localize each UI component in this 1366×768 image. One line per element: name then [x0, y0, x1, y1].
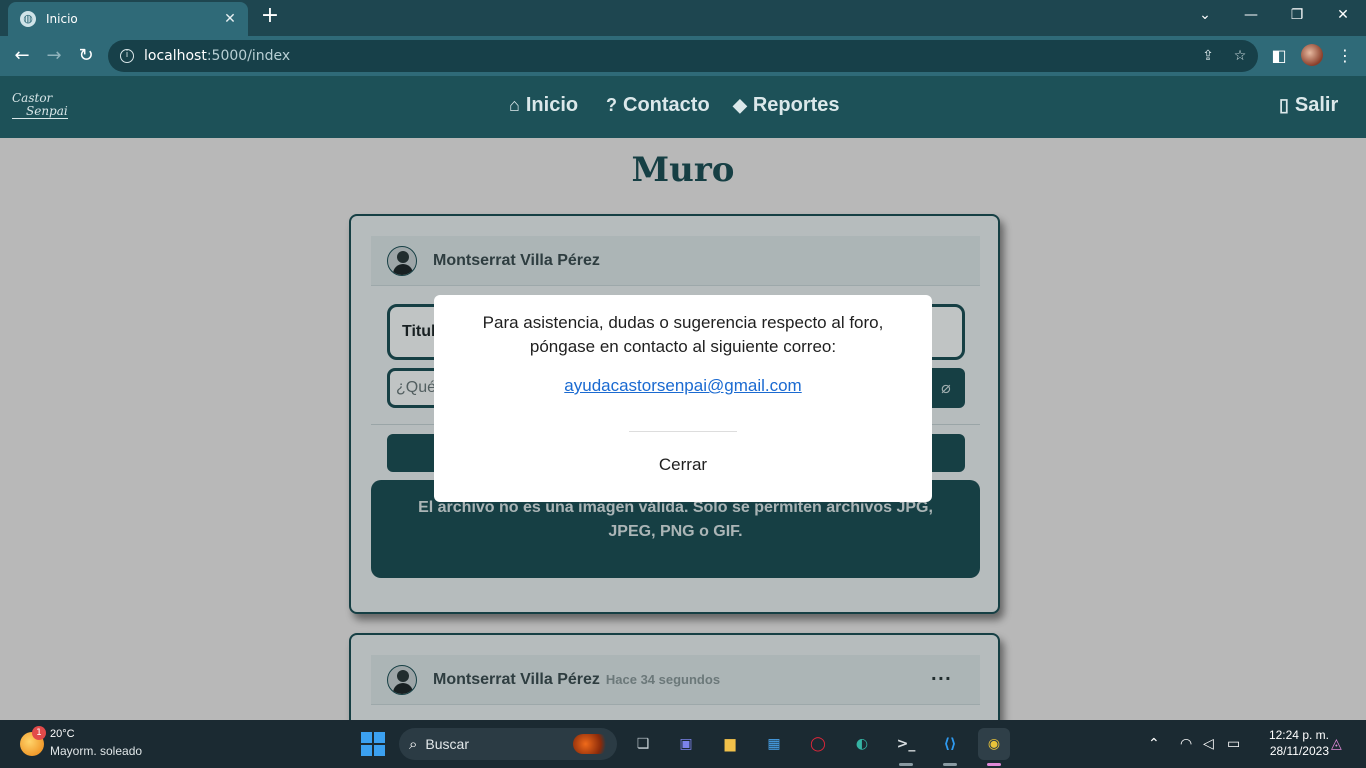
home-icon: ⌂	[509, 95, 520, 115]
share-icon[interactable]: ⇪	[1198, 46, 1218, 66]
battery-icon[interactable]: ▭	[1227, 734, 1240, 754]
search-label: Buscar	[425, 736, 469, 752]
tab-search-chevron-icon[interactable]: ⌄	[1182, 0, 1228, 32]
chrome-icon[interactable]: ◉	[978, 728, 1010, 766]
back-arrow-icon[interactable]: ←	[8, 42, 36, 70]
start-windows-icon[interactable]	[361, 732, 385, 756]
notification-bell-icon[interactable]: ◬	[1331, 734, 1342, 754]
tab-title: Inicio	[46, 12, 78, 26]
wifi-icon[interactable]: ◠	[1180, 734, 1192, 754]
active-indicator	[987, 763, 1001, 766]
nav-inicio[interactable]: ⌂ Inicio	[509, 94, 578, 117]
task-view-icon[interactable]: ❏	[627, 728, 659, 760]
notification-badge: 1	[32, 726, 46, 740]
nav-reportes[interactable]: ◆ Reportes	[733, 94, 840, 117]
logout-link[interactable]: ▯ Salir	[1279, 94, 1338, 117]
forward-arrow-icon[interactable]: →	[40, 42, 68, 70]
weather-description[interactable]: Mayorm. soleado	[50, 744, 142, 758]
terminal-icon[interactable]: >_	[890, 728, 922, 766]
tab-close-icon[interactable]: ✕	[222, 11, 238, 27]
nav-reportes-label: Reportes	[752, 94, 840, 116]
minimize-icon[interactable]: —	[1228, 0, 1274, 32]
modal-divider	[629, 431, 737, 432]
nav-contacto[interactable]: ? Contacto	[606, 94, 710, 117]
clock-time: 12:24 p. m.	[1268, 728, 1329, 742]
contact-modal: Para asistencia, dudas o sugerencia resp…	[434, 295, 932, 502]
logo-line-2: Senpai	[12, 105, 68, 119]
site-info-icon[interactable]: i	[120, 49, 134, 63]
search-icon: ⌕	[409, 735, 418, 753]
clock-date: 28/11/2023	[1269, 744, 1329, 758]
modal-message: Para asistencia, dudas o sugerencia resp…	[482, 313, 884, 356]
browser-toolbar: ← → ↻ i localhost:5000/index ⇪ ☆ ◧ ⋮	[0, 36, 1366, 76]
close-button[interactable]: Cerrar	[434, 455, 932, 475]
nav-contacto-label: Contacto	[623, 94, 710, 116]
browser-menu-icon[interactable]: ⋮	[1333, 44, 1357, 68]
store-icon[interactable]: ▦	[758, 728, 790, 760]
question-icon: ?	[606, 95, 617, 115]
site-header: Castor Senpai ⌂ Inicio ? Contacto ◆ Repo…	[0, 76, 1366, 138]
browser-tabstrip: ◍ Inicio ✕ + ⌄ — ❐ ✕	[0, 0, 1366, 36]
side-panel-icon[interactable]: ◧	[1267, 44, 1291, 68]
new-tab-button[interactable]: +	[258, 4, 282, 28]
edge-icon[interactable]: ◐	[846, 728, 878, 760]
running-indicator	[899, 763, 913, 766]
logout-label: Salir	[1294, 94, 1339, 116]
volume-icon[interactable]: ◁	[1203, 734, 1214, 754]
window-close-icon[interactable]: ✕	[1320, 0, 1366, 32]
search-highlight-icon	[573, 734, 609, 754]
bookmark-star-icon[interactable]: ☆	[1230, 46, 1250, 66]
nav-inicio-label: Inicio	[525, 94, 579, 116]
taskbar-search[interactable]: ⌕ Buscar	[399, 728, 617, 760]
opera-icon[interactable]: ◯	[802, 728, 834, 760]
support-email-link[interactable]: ayudacastorsenpai@gmail.com	[434, 376, 932, 396]
vscode-icon[interactable]: ⟨⟩	[934, 728, 966, 766]
alert-diamond-icon: ◆	[733, 95, 747, 115]
restore-icon[interactable]: ❐	[1274, 0, 1320, 32]
chat-icon[interactable]: ▣	[670, 728, 702, 760]
globe-icon: ◍	[20, 11, 36, 27]
site-logo[interactable]: Castor Senpai	[12, 92, 68, 119]
running-indicator	[943, 763, 957, 766]
profile-avatar[interactable]	[1301, 44, 1323, 66]
reload-icon[interactable]: ↻	[72, 42, 100, 70]
door-icon: ▯	[1279, 95, 1289, 115]
file-explorer-icon[interactable]: ▆	[714, 728, 746, 760]
address-bar[interactable]: i localhost:5000/index ⇪ ☆	[108, 40, 1258, 72]
url-path: :5000/index	[206, 48, 291, 64]
taskbar-clock[interactable]: 12:24 p. m. 28/11/2023	[1255, 727, 1329, 759]
taskbar: 1 20°C Mayorm. soleado ⌕ Buscar ❏ ▣ ▆ ▦ …	[0, 720, 1366, 768]
url-host: localhost	[144, 48, 207, 64]
weather-temperature[interactable]: 20°C	[50, 728, 75, 740]
browser-tab[interactable]: ◍ Inicio ✕	[8, 2, 248, 36]
tray-chevron-icon[interactable]: ⌃	[1148, 734, 1160, 754]
